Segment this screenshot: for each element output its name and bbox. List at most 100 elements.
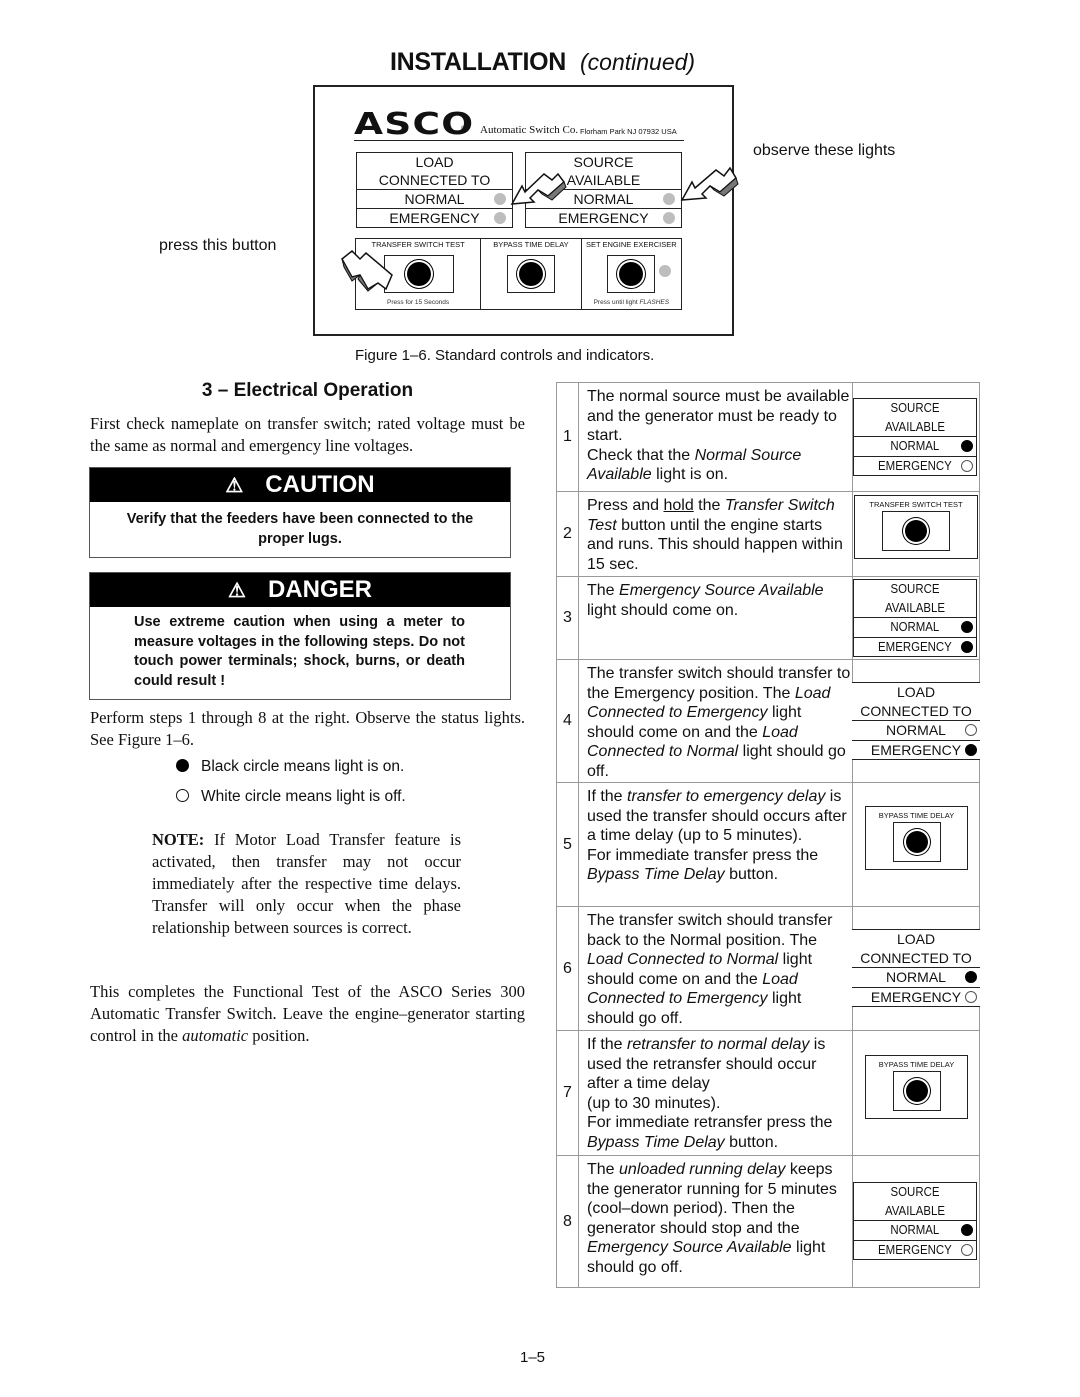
mini-push-button[interactable] xyxy=(906,831,928,853)
legend-on: Black circle means light is on. xyxy=(176,758,404,776)
completion-paragraph: This completes the Functional Test of th… xyxy=(90,981,525,1047)
lamp-off-icon xyxy=(961,1243,973,1256)
step-number: 6 xyxy=(557,907,579,1030)
mini-push-button[interactable] xyxy=(906,1080,928,1102)
company-address: Florham Park NJ 07932 USA xyxy=(580,127,677,136)
step-row: 5 If the transfer to emergency delay is u… xyxy=(557,783,979,907)
warning-triangle-icon: ⚠ xyxy=(225,475,244,497)
mini-button-label: BYPASS TIME DELAY xyxy=(878,811,955,820)
mini-button-panel: TRANSFER SWITCH TEST xyxy=(854,495,978,559)
step-text-fragment: The xyxy=(587,1161,620,1178)
danger-body: Use extreme caution when using a meter t… xyxy=(134,614,465,689)
step-text-fragment: The transfer switch should transfer back… xyxy=(587,912,833,949)
step-text-fragment: For immediate retransfer press the xyxy=(587,1114,833,1132)
completion-italic: automatic xyxy=(182,1026,249,1045)
registered-mark: ® xyxy=(461,126,467,133)
lamp-on-icon xyxy=(965,971,977,983)
step-instructions: The normal source must be available and … xyxy=(587,387,852,485)
step-number: 7 xyxy=(557,1031,579,1155)
mini-emergency-label: EMERGENCY xyxy=(878,457,952,473)
page-subtitle: (continued) xyxy=(580,49,696,75)
mini-emergency-row: EMERGENCY xyxy=(852,986,980,1007)
emphasis-text: Emergency Source Available xyxy=(587,1239,792,1257)
source-emergency-lamp-icon xyxy=(663,212,675,224)
mini-source-panel: SOURCE AVAILABLE NORMAL EMERGENCY xyxy=(853,1182,977,1260)
mini-button-label: BYPASS TIME DELAY xyxy=(878,1060,955,1069)
observe-lights-callout: observe these lights xyxy=(753,142,896,159)
set-engine-exerciser-label: SET ENGINE EXERCISER xyxy=(585,240,677,249)
lamp-on-icon xyxy=(961,621,973,633)
observe-arrow-right-icon xyxy=(680,166,739,201)
step-instructions: The Emergency Source Available light sho… xyxy=(587,581,852,620)
step-indicator-cell: LOAD CONNECTED TO NORMAL EMERGENCY xyxy=(852,660,980,782)
step-instructions: The transfer switch should transfer back… xyxy=(587,911,852,1029)
mini-emergency-row: EMERGENCY xyxy=(852,739,980,760)
emphasis-text: Bypass Time Delay xyxy=(587,1133,725,1151)
mini-load-panel: LOAD CONNECTED TO NORMAL EMERGENCY xyxy=(852,682,980,760)
lamp-on-icon xyxy=(961,640,973,653)
step-number: 4 xyxy=(557,660,579,782)
emphasis-text: unloaded running delay xyxy=(619,1161,786,1178)
step-row: 4 The transfer switch should transfer to … xyxy=(557,660,980,783)
mini-normal-row: NORMAL xyxy=(854,436,976,456)
load-normal-lamp-icon xyxy=(494,193,506,205)
mini-title-2: AVAILABLE xyxy=(884,418,945,434)
mini-load-panel: LOAD CONNECTED TO NORMAL EMERGENCY xyxy=(852,929,980,1007)
step-row: 8 The unloaded running delay keeps the ge… xyxy=(557,1156,979,1288)
set-engine-exerciser-note: Press until light FLASHES xyxy=(582,299,681,306)
completion-text-2: position. xyxy=(248,1026,310,1045)
mini-emergency-row: EMERGENCY xyxy=(854,455,976,476)
legend-off-text: White circle means light is off. xyxy=(201,788,406,805)
step-indicator-cell: SOURCE AVAILABLE NORMAL EMERGENCY xyxy=(852,1156,979,1288)
mini-emergency-row: EMERGENCY xyxy=(854,1239,976,1260)
mini-title-1: LOAD xyxy=(896,684,936,700)
mini-button-panel: BYPASS TIME DELAY xyxy=(865,1055,968,1119)
step-row: 6 The transfer switch should transfer bac… xyxy=(557,907,980,1031)
danger-box: ⚠ DANGER Use extreme caution when using a… xyxy=(89,572,511,700)
black-circle-icon xyxy=(176,759,189,772)
legend-off: White circle means light is off. xyxy=(176,788,406,806)
step-text-fragment: For immediate transfer press the xyxy=(587,846,819,864)
load-emergency-lamp-icon xyxy=(494,212,506,224)
emphasis-text: transfer to emergency delay xyxy=(627,788,826,805)
step-text-fragment: If the xyxy=(587,1036,628,1053)
load-connected-panel: LOAD CONNECTED TO NORMAL EMERGENCY xyxy=(356,152,513,228)
transfer-switch-test-note: Press for 15 Seconds xyxy=(387,299,450,306)
mini-title-2: CONNECTED TO xyxy=(860,702,972,719)
step-text-fragment: The xyxy=(587,582,620,599)
page-title: INSTALLATION xyxy=(390,48,567,76)
set-engine-exerciser-button[interactable] xyxy=(618,262,643,286)
step-indicator-cell: SOURCE AVAILABLE NORMAL EMERGENCY xyxy=(852,577,979,659)
lamp-on-icon xyxy=(965,743,977,756)
mini-push-button[interactable] xyxy=(905,520,927,542)
note-paragraph: NOTE: If Motor Load Transfer feature is … xyxy=(152,829,461,939)
step-indicator-cell: BYPASS TIME DELAY xyxy=(852,783,979,906)
page-number: 1–5 xyxy=(520,1349,546,1366)
step-text-fragment: light should come on. xyxy=(587,601,739,619)
white-circle-icon xyxy=(176,789,189,802)
logo-rule xyxy=(354,140,684,141)
mini-title-1: SOURCE xyxy=(890,400,940,415)
step-text-fragment: light is on. xyxy=(651,466,729,484)
step-instructions: If the transfer to emergency delay is us… xyxy=(587,787,852,885)
step-text-fragment: The normal source must be available and … xyxy=(587,388,850,445)
exerciser-note-text: Press until light xyxy=(593,299,640,306)
load-emergency-row: EMERGENCY xyxy=(357,208,512,227)
mini-button-panel: BYPASS TIME DELAY xyxy=(865,806,968,870)
step-indicator-cell: SOURCE AVAILABLE NORMAL EMERGENCY xyxy=(852,383,979,491)
source-normal-label: NORMAL xyxy=(573,191,634,207)
mini-normal-label: NORMAL xyxy=(886,722,946,738)
step-number: 2 xyxy=(557,492,579,576)
step-instructions: Press and hold the Transfer Switch Test … xyxy=(587,496,852,574)
mini-normal-row: NORMAL xyxy=(852,967,980,987)
press-button-callout: press this button xyxy=(159,237,277,254)
exerciser-lamp-icon xyxy=(658,265,671,277)
mini-emergency-label: EMERGENCY xyxy=(878,638,952,654)
mini-title-2: AVAILABLE xyxy=(884,1202,945,1218)
transfer-switch-test-button[interactable] xyxy=(407,262,431,286)
mini-source-panel: SOURCE AVAILABLE NORMAL EMERGENCY xyxy=(853,579,977,657)
step-indicator-cell: BYPASS TIME DELAY xyxy=(852,1031,979,1155)
danger-header: ⚠ DANGER xyxy=(90,573,510,607)
asco-logo: ASCO xyxy=(354,107,475,142)
step-number: 5 xyxy=(557,783,579,906)
